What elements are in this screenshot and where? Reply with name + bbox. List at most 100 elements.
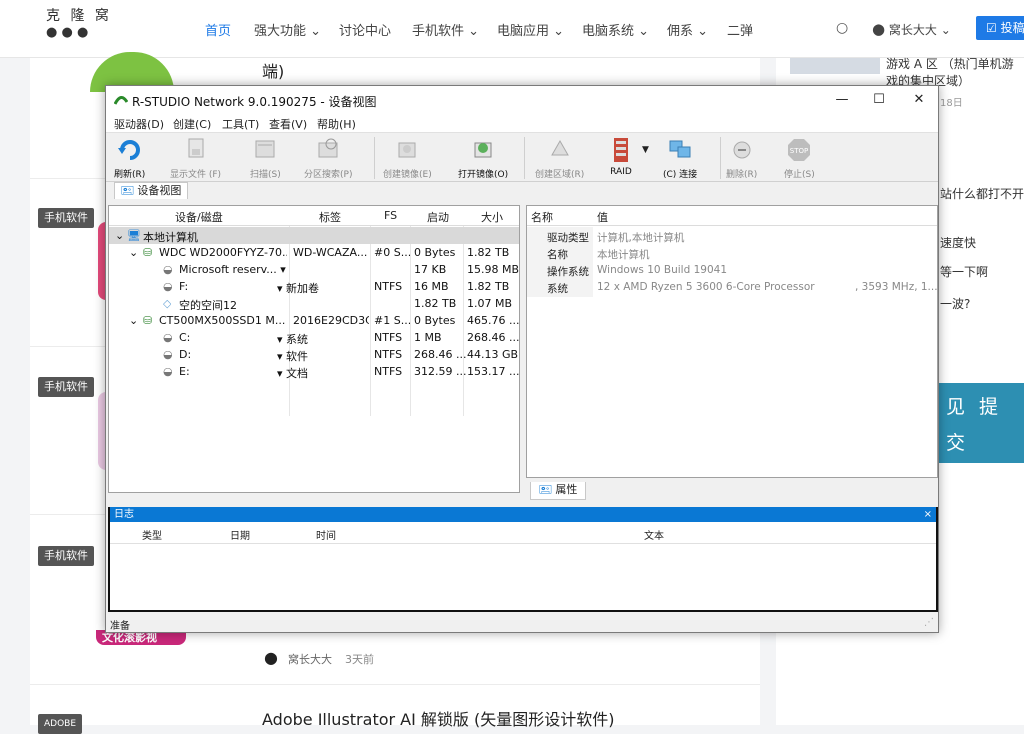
device-view-icon: 🖭 [121, 184, 134, 197]
menu-tools[interactable]: 工具(T) [222, 116, 259, 132]
search-icon[interactable]: ○ [836, 20, 848, 36]
col-size[interactable]: 大小 [481, 209, 503, 225]
property-value: 12 x AMD Ryzen 5 3600 6-Core Processor [597, 281, 815, 293]
title-bar[interactable]: R-STUDIO Network 9.0.190275 - 设备视图 — ☐ ✕ [106, 86, 938, 114]
resize-grip-icon[interactable]: ⋰ [924, 617, 934, 628]
stop-button[interactable]: STOP 停止(S) [784, 135, 815, 180]
col-start[interactable]: 启动 [427, 209, 449, 225]
tree-row-partition[interactable]: ◒ Microsoft reserv... ▾ 17 KB 15.98 MB [109, 261, 519, 278]
col-value[interactable]: 值 [597, 209, 608, 225]
log-col-type[interactable]: 类型 [142, 527, 162, 542]
collapse-icon[interactable]: ⌄ [129, 314, 138, 327]
sidebar-comment[interactable]: 站什么都打不开 [940, 186, 1024, 203]
col-device[interactable]: 设备/磁盘 [175, 209, 223, 225]
create-region-button[interactable]: 创建区域(R) [535, 135, 584, 180]
col-name[interactable]: 名称 [531, 209, 553, 225]
refresh-icon [117, 140, 140, 160]
site-header: 克 隆 窝 ● ● ● 首页 强大功能 ⌄ 讨论中心 手机软件 ⌄ 电脑应用 ⌄… [0, 0, 1024, 58]
close-button[interactable]: ✕ [902, 89, 936, 111]
create-image-button[interactable]: 创建镜像(E) [383, 135, 432, 180]
menu-help[interactable]: 帮助(H) [317, 116, 356, 132]
property-value: 本地计算机 [597, 249, 650, 261]
open-image-button[interactable]: 打开镜像(O) [458, 135, 508, 180]
property-row[interactable]: 系统 12 x AMD Ryzen 5 3600 6-Core Processo… [527, 279, 938, 296]
nav-pc-systems[interactable]: 电脑系统 ⌄ [582, 20, 649, 39]
user-name: 窝长大大 ⌄ [888, 23, 951, 37]
tree-row-partition[interactable]: ◒ C: ▾ 系统 NTFS 1 MB 268.46 ... [109, 329, 519, 346]
menu-view[interactable]: 查看(V) [269, 116, 307, 132]
post-button[interactable]: ☑ 投稿 [976, 16, 1024, 40]
category-tag[interactable]: 手机软件 [38, 546, 94, 566]
delete-button[interactable]: 删除(R) [726, 135, 757, 180]
device-name: 本地计算机 [143, 231, 198, 244]
article-title-fragment[interactable]: 端) [262, 58, 284, 82]
log-title-bar: 日志 × [110, 507, 936, 522]
nav-mobile-software[interactable]: 手机软件 ⌄ [412, 20, 479, 39]
property-name: 系统 [547, 283, 568, 295]
property-row[interactable]: 驱动类型 计算机,本地计算机 [527, 228, 937, 245]
sidebar-thumbnail[interactable] [790, 58, 880, 74]
tree-row-disk[interactable]: ⌄ ⛁ WDC WD2000FYYZ-70... WD-WCAZA... #0 … [109, 244, 519, 261]
nav-features[interactable]: 强大功能 ⌄ [254, 20, 321, 39]
property-name: 驱动类型 [547, 232, 589, 244]
connect-button[interactable]: (C) 连接 [663, 135, 697, 180]
refresh-button[interactable]: 刷新(R) [114, 135, 145, 180]
device-fs: #1 S... [374, 314, 410, 327]
log-col-time[interactable]: 时间 [316, 527, 336, 542]
article-title[interactable]: Adobe Illustrator AI 解锁版 (矢量图形设计软件) [262, 706, 615, 730]
menu-drives[interactable]: 驱动器(D) [114, 116, 164, 132]
site-logo[interactable]: 克 隆 窝 ● ● ● [46, 8, 126, 42]
delete-icon [733, 141, 751, 159]
collapse-icon[interactable]: ⌄ [129, 246, 138, 259]
menu-create[interactable]: 创建(C) [173, 116, 211, 132]
tree-row-partition[interactable]: ◒ D: ▾ 软件 NTFS 268.46 ... 44.13 GB [109, 346, 519, 363]
tree-row-empty-space[interactable]: ◇ 空的空间12 1.82 TB 1.07 MB [109, 295, 519, 312]
sidebar-link[interactable]: 游戏 A 区 （热门单机游 [886, 56, 1014, 73]
create-image-icon [398, 142, 416, 158]
device-size: 44.13 GB [467, 348, 519, 361]
feedback-banner[interactable]: 见 提 交 诉 意 见 [938, 383, 1024, 526]
nav-pc-apps[interactable]: 电脑应用 ⌄ [497, 20, 564, 39]
minimize-button[interactable]: — [825, 89, 859, 111]
user-menu[interactable]: ● 窝长大大 ⌄ [872, 20, 951, 38]
show-files-button[interactable]: 显示文件 (F) [170, 135, 221, 180]
nav-misc[interactable]: 佣系 ⌄ [667, 20, 708, 39]
log-header: 类型 日期 时间 文本 [110, 522, 936, 544]
device-size: 1.82 TB [467, 246, 510, 259]
raid-dropdown-icon[interactable]: ▼ [642, 145, 649, 155]
log-col-date[interactable]: 日期 [230, 527, 250, 542]
create-region-icon [550, 139, 569, 156]
tree-row-local-computer[interactable]: ⌄ 🖥 本地计算机 [109, 227, 519, 244]
device-fs: NTFS [374, 331, 403, 344]
col-label[interactable]: 标签 [319, 209, 341, 225]
col-fs[interactable]: FS [384, 209, 397, 222]
tree-row-partition[interactable]: ◒ F: ▾ 新加卷 NTFS 16 MB 1.82 TB [109, 278, 519, 295]
property-row[interactable]: 操作系统 Windows 10 Build 19041 [527, 262, 937, 279]
collapse-icon[interactable]: ⌄ [115, 229, 124, 242]
log-col-text[interactable]: 文本 [644, 527, 664, 542]
property-row[interactable]: 名称 本地计算机 [527, 245, 937, 262]
toolbar-separator [524, 137, 525, 179]
tab-properties[interactable]: 🖭 属性 [530, 482, 587, 500]
tab-device-view[interactable]: 🖭 设备视图 [114, 182, 189, 199]
author-name[interactable]: 窝长大大 [288, 651, 332, 667]
device-size: 1.82 TB [467, 280, 510, 293]
nav-forum[interactable]: 讨论中心 [339, 20, 391, 39]
sidebar-comment[interactable]: 速度快 [940, 235, 976, 252]
device-size: 1.07 MB [467, 297, 513, 310]
maximize-button[interactable]: ☐ [862, 89, 896, 111]
sidebar-comment[interactable]: 一波? [940, 296, 970, 313]
category-tag[interactable]: 手机软件 [38, 208, 94, 228]
category-tag[interactable]: 手机软件 [38, 377, 94, 397]
sidebar-comment[interactable]: 等一下啊 [940, 264, 988, 281]
nav-home[interactable]: 首页 [205, 20, 231, 39]
log-close-icon[interactable]: × [924, 507, 932, 522]
refresh-label: 刷新(R) [114, 170, 146, 180]
raid-button[interactable]: RAID [608, 135, 634, 177]
nav-second[interactable]: 二弹 [727, 20, 753, 39]
partition-search-button[interactable]: 分区搜索(P) [304, 135, 352, 180]
scan-button[interactable]: 扫描(S) [250, 135, 281, 180]
tree-row-partition[interactable]: ◒ E: ▾ 文档 NTFS 312.59 ... 153.17 ... [109, 363, 519, 380]
category-tag[interactable]: ADOBE [38, 714, 83, 734]
tree-row-disk[interactable]: ⌄ ⛁ CT500MX500SSD1 M... 2016E29CD3C2 #1 … [109, 312, 519, 329]
